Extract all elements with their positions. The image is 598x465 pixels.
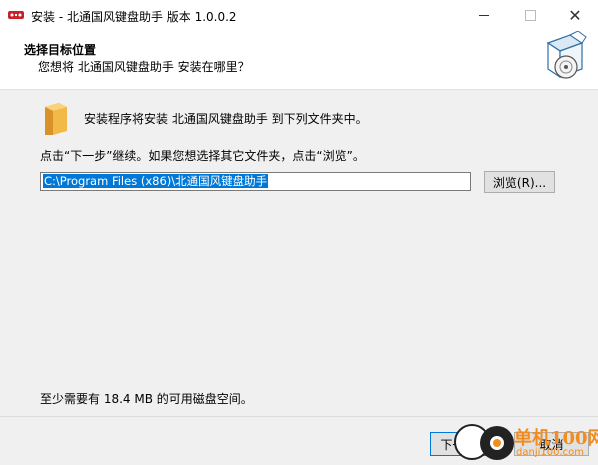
disk-space-text: 至少需要有 18.4 MB 的可用磁盘空间。 xyxy=(40,392,253,406)
hint-text: 点击“下一步”继续。如果您想选择其它文件夹，点击“浏览”。 xyxy=(40,149,365,163)
info-text: 安装程序将安装 北通国风键盘助手 到下列文件夹中。 xyxy=(84,112,368,126)
title-bar: 安装 - 北通国风键盘助手 版本 1.0.0.2 ✕ xyxy=(0,0,598,31)
close-icon: ✕ xyxy=(568,6,582,25)
watermark-url: danji100.com xyxy=(516,447,584,458)
browse-button[interactable]: 浏览(R)... xyxy=(484,171,555,193)
minimize-button[interactable] xyxy=(461,0,507,31)
wizard-body: 安装程序将安装 北通国风键盘助手 到下列文件夹中。 点击“下一步”继续。如果您想… xyxy=(0,90,598,416)
folder-icon xyxy=(45,103,67,135)
wizard-header: 选择目标位置 您想将 北通国风键盘助手 安装在哪里？ xyxy=(0,31,598,89)
window-title: 安装 - 北通国风键盘助手 版本 1.0.0.2 xyxy=(31,10,237,24)
install-path-value: C:\Program Files (x86)\北通国风键盘助手 xyxy=(43,174,269,188)
install-box-disc-icon xyxy=(546,31,587,79)
maximize-icon xyxy=(524,10,536,21)
minimize-icon xyxy=(479,15,489,16)
install-path-input[interactable]: C:\Program Files (x86)\北通国风键盘助手 xyxy=(40,172,471,191)
page-subtitle: 您想将 北通国风键盘助手 安装在哪里？ xyxy=(38,60,250,74)
app-icon xyxy=(8,11,24,19)
watermark-dot xyxy=(490,436,504,450)
watermark-logo-icon xyxy=(480,426,514,460)
maximize-button[interactable] xyxy=(507,0,553,31)
page-title: 选择目标位置 xyxy=(24,43,97,57)
close-button[interactable]: ✕ xyxy=(552,0,598,31)
